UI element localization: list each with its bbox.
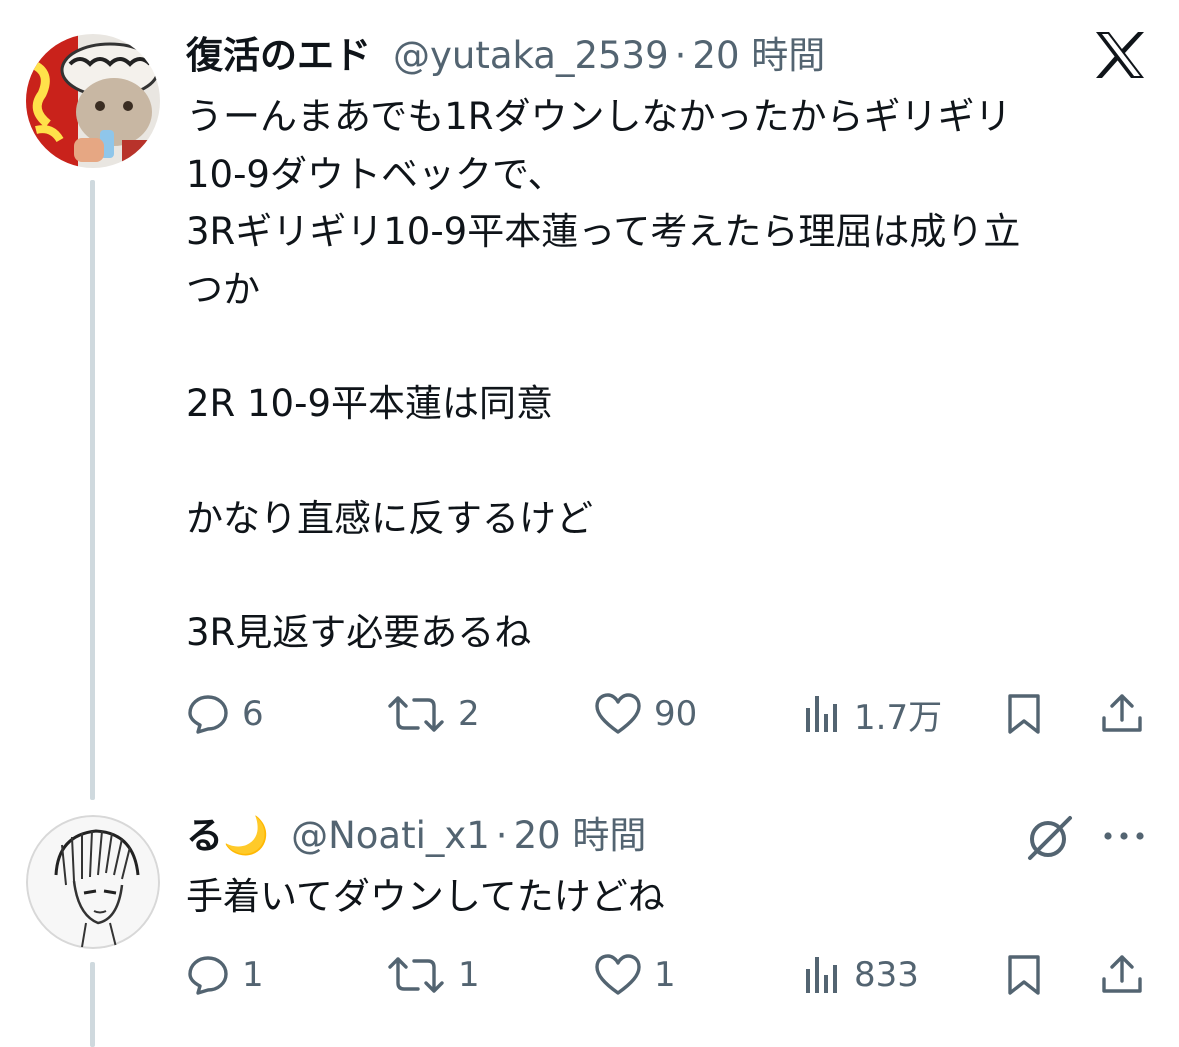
heart-icon <box>594 692 642 736</box>
heart-icon <box>594 953 642 997</box>
share-icon <box>1100 692 1144 736</box>
bookmark-button[interactable] <box>1004 945 1044 1005</box>
action-bar: 1 1 1 833 <box>186 945 1146 1005</box>
user-handle[interactable]: @yutaka_2539 <box>393 33 669 79</box>
more-icon[interactable] <box>1102 828 1146 847</box>
text-line: つか <box>186 267 260 311</box>
repost-count: 2 <box>458 694 480 734</box>
tweet-header: 復活のエド @yutaka_2539 · 20 時間 <box>186 33 825 79</box>
view-count: 833 <box>854 955 919 995</box>
text-line: 3Rギリギリ10-9平本蓮って考えたら理屈は成り立 <box>186 210 1021 253</box>
thread-line <box>90 180 95 800</box>
timestamp[interactable]: 20 時間 <box>692 33 825 79</box>
bookmark-icon <box>1004 692 1044 736</box>
tweet-text: 手着いてダウンしてたけどね <box>186 868 1156 926</box>
like-button[interactable]: 90 <box>594 684 697 744</box>
views-icon <box>804 953 842 997</box>
tweet-text: うーんまあでも1Rダウンしなかったからギリギリ 10-9ダウトベックで、 3Rギ… <box>186 88 1156 662</box>
timestamp[interactable]: 20 時間 <box>514 813 647 859</box>
thread-line <box>90 962 95 1047</box>
text-line: うーんまあでも1Rダウンしなかったからギリギリ <box>186 95 1012 138</box>
reply-button[interactable]: 6 <box>186 684 264 744</box>
views-button[interactable]: 1.7万 <box>804 684 942 744</box>
text-line: 手着いてダウンしてたけどね <box>186 875 665 918</box>
reply-count: 1 <box>242 955 264 995</box>
tweet-header: る🌙 @Noati_x1 · 20 時間 <box>186 813 646 859</box>
text-line: かなり直感に反するけど <box>186 496 593 540</box>
bookmark-button[interactable] <box>1004 684 1044 744</box>
reply-icon <box>186 953 230 997</box>
repost-icon <box>386 692 446 736</box>
views-icon <box>804 692 842 736</box>
reply-count: 6 <box>242 694 264 734</box>
like-count: 90 <box>654 694 698 734</box>
reply-icon <box>186 692 230 736</box>
avatar[interactable] <box>26 815 160 949</box>
share-button[interactable] <box>1100 945 1144 1005</box>
like-button[interactable]: 1 <box>594 945 676 1005</box>
grok-icon[interactable] <box>1024 812 1076 868</box>
text-line: 2R 10-9平本蓮は同意 <box>186 382 553 425</box>
repost-button[interactable]: 1 <box>386 945 480 1005</box>
view-count: 1.7万 <box>854 697 943 738</box>
x-logo-icon <box>1094 30 1146 84</box>
share-icon <box>1100 953 1144 997</box>
bookmark-icon <box>1004 953 1044 997</box>
text-line: 3R見返す必要あるね <box>186 611 532 654</box>
display-name[interactable]: 復活のエド <box>186 33 371 79</box>
avatar[interactable] <box>26 34 160 168</box>
repost-icon <box>386 953 446 997</box>
share-button[interactable] <box>1100 684 1144 744</box>
action-bar: 6 2 90 1.7万 <box>186 684 1146 744</box>
like-count: 1 <box>654 955 676 995</box>
separator: · <box>674 34 687 77</box>
reply-button[interactable]: 1 <box>186 945 264 1005</box>
user-handle[interactable]: @Noati_x1 <box>291 813 490 859</box>
text-line: 10-9ダウトベックで、 <box>186 152 565 196</box>
views-button[interactable]: 833 <box>804 945 919 1005</box>
repost-button[interactable]: 2 <box>386 684 480 744</box>
display-name[interactable]: る🌙 <box>186 813 269 859</box>
separator: · <box>495 814 508 857</box>
repost-count: 1 <box>458 955 480 995</box>
